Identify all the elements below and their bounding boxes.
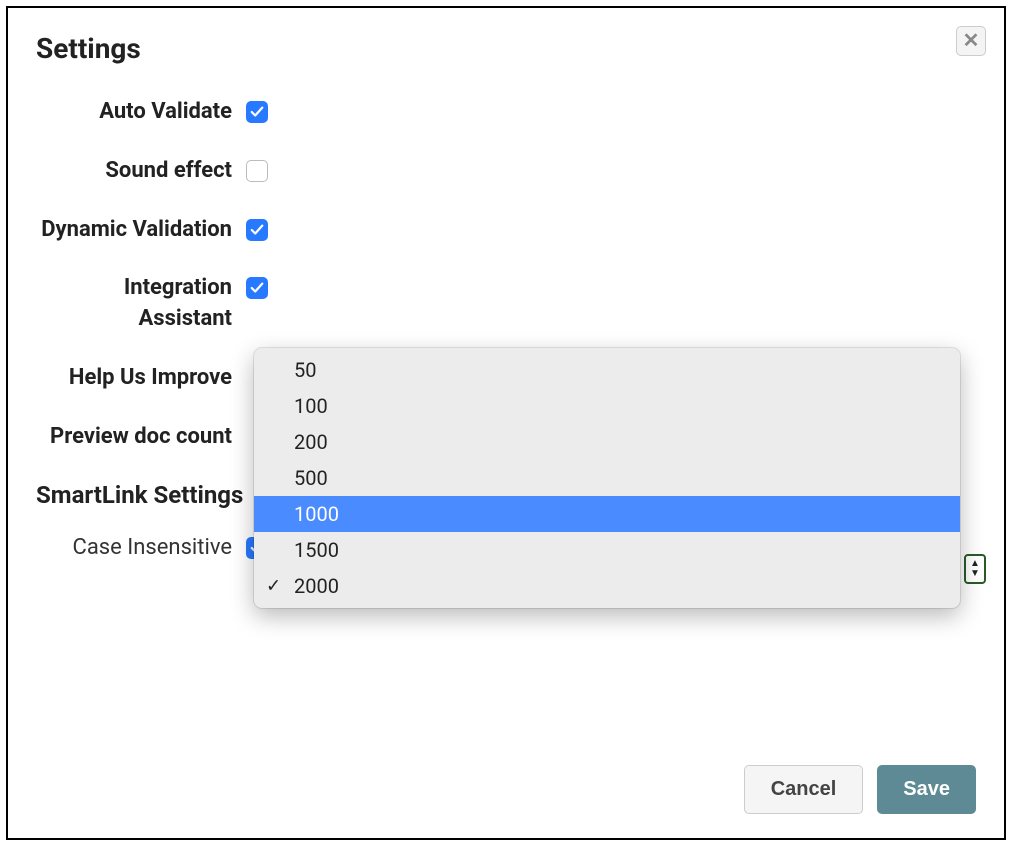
label-case-insensitive: Case Insensitive bbox=[36, 533, 246, 564]
dropdown-option[interactable]: 500 bbox=[254, 460, 960, 496]
field-auto-validate: Auto Validate bbox=[36, 97, 976, 128]
label-auto-validate: Auto Validate bbox=[36, 97, 246, 128]
dropdown-option[interactable]: 100 bbox=[254, 388, 960, 424]
field-dynamic-validation: Dynamic Validation bbox=[36, 215, 976, 246]
label-integration-assistant: Integration Assistant bbox=[36, 273, 246, 335]
label-help-us-improve: Help Us Improve bbox=[36, 363, 246, 394]
checkbox-sound-effect[interactable] bbox=[246, 160, 268, 182]
dropdown-option[interactable]: 1000 bbox=[254, 496, 960, 532]
checkmark-icon: ✓ bbox=[266, 573, 281, 600]
checkbox-auto-validate[interactable] bbox=[246, 101, 268, 123]
check-icon bbox=[250, 105, 264, 119]
label-dynamic-validation: Dynamic Validation bbox=[36, 215, 246, 246]
checkbox-integration-assistant[interactable] bbox=[246, 277, 268, 299]
dialog-title: Settings bbox=[36, 32, 976, 65]
field-integration-assistant: Integration Assistant bbox=[36, 273, 976, 335]
check-icon bbox=[250, 281, 264, 295]
dropdown-option-label: 1500 bbox=[294, 538, 339, 562]
settings-dialog: ✕ Settings Auto Validate Sound effect Dy… bbox=[6, 6, 1006, 840]
dropdown-option-label: 100 bbox=[294, 394, 328, 418]
preview-doc-count-dropdown: 50 100 200 500 1000 1500 ✓ 2000 bbox=[254, 348, 960, 608]
cancel-button[interactable]: Cancel bbox=[744, 765, 864, 814]
dropdown-option-label: 200 bbox=[294, 430, 328, 454]
dropdown-option[interactable]: ✓ 2000 bbox=[254, 568, 960, 604]
label-preview-doc-count: Preview doc count bbox=[36, 422, 246, 453]
close-button[interactable]: ✕ bbox=[956, 26, 986, 56]
select-stepper-icon[interactable]: ▲ ▼ bbox=[964, 554, 986, 584]
dialog-footer: Cancel Save bbox=[744, 765, 976, 814]
dropdown-option[interactable]: 200 bbox=[254, 424, 960, 460]
dropdown-option-label: 500 bbox=[294, 466, 328, 490]
dropdown-option-label: 50 bbox=[294, 358, 316, 382]
dropdown-option-label: 2000 bbox=[294, 574, 339, 598]
dropdown-option[interactable]: 1500 bbox=[254, 532, 960, 568]
field-sound-effect: Sound effect bbox=[36, 156, 976, 187]
save-button[interactable]: Save bbox=[877, 765, 976, 814]
dropdown-option-label: 1000 bbox=[294, 502, 339, 526]
dropdown-option[interactable]: 50 bbox=[254, 352, 960, 388]
close-icon: ✕ bbox=[963, 31, 980, 51]
checkbox-dynamic-validation[interactable] bbox=[246, 219, 268, 241]
chevron-down-icon: ▼ bbox=[970, 569, 980, 579]
check-icon bbox=[250, 223, 264, 237]
label-sound-effect: Sound effect bbox=[36, 156, 246, 187]
